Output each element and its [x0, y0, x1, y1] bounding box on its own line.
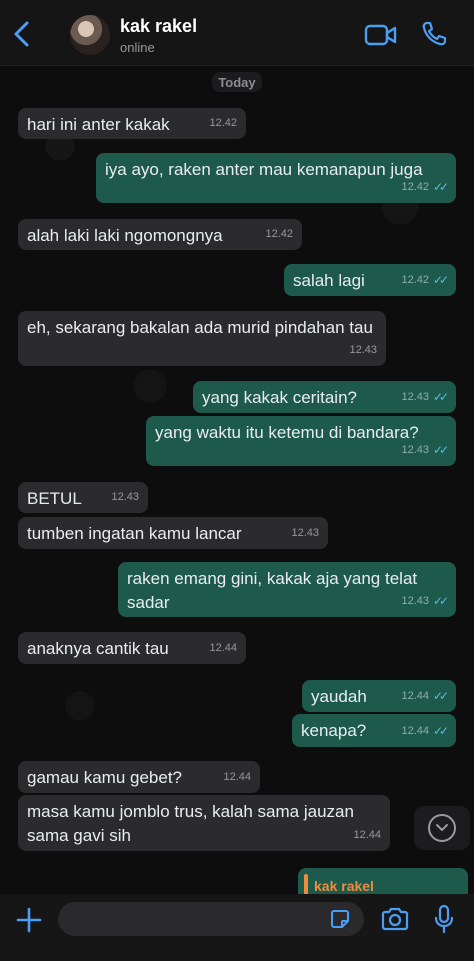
- message-incoming[interactable]: masa kamu jomblo trus, kalah sama jauzan…: [18, 795, 390, 851]
- message-meta: 12.44: [223, 765, 251, 789]
- message-incoming[interactable]: hari ini anter kakak 12.42: [18, 108, 246, 139]
- message-time: 12.43: [401, 444, 429, 456]
- message-time: 12.43: [291, 527, 319, 539]
- message-time: 12.44: [401, 690, 429, 702]
- message-time: 12.42: [265, 228, 293, 240]
- message-text: tumben ingatan kamu lancar: [27, 524, 242, 543]
- message-text: yang waktu itu ketemu di bandara?: [155, 423, 419, 442]
- message-outgoing[interactable]: yaudah 12.44 ✓✓: [302, 680, 456, 712]
- plus-icon[interactable]: [14, 905, 44, 935]
- message-text: eh, sekarang bakalan ada murid pindahan …: [27, 318, 373, 337]
- message-text: yaudah: [311, 687, 367, 706]
- back-chevron-icon[interactable]: [10, 20, 34, 48]
- message-incoming[interactable]: gamau kamu gebet? 12.44: [18, 761, 260, 793]
- double-check-icon: ✓✓: [433, 724, 449, 738]
- message-time: 12.44: [401, 725, 429, 737]
- double-check-icon: ✓✓: [433, 390, 449, 404]
- message-text: salah lagi: [293, 271, 365, 290]
- quoted-message-preview[interactable]: kak rakel: [298, 868, 468, 894]
- double-check-icon: ✓✓: [433, 273, 449, 287]
- message-meta: 12.42 ✓✓: [401, 175, 449, 199]
- quote-bar: [304, 874, 308, 894]
- message-time: 12.42: [401, 274, 429, 286]
- message-meta: 12.43: [349, 338, 377, 362]
- message-text: gamau kamu gebet?: [27, 768, 182, 787]
- message-outgoing[interactable]: salah lagi 12.42 ✓✓: [284, 264, 456, 296]
- message-meta: 12.42: [265, 222, 293, 246]
- quoted-sender-name: kak rakel: [314, 878, 374, 894]
- message-text: yang kakak ceritain?: [202, 388, 357, 407]
- message-meta: 12.44: [209, 636, 237, 660]
- message-outgoing[interactable]: kenapa? 12.44 ✓✓: [292, 714, 456, 747]
- chevron-down-icon: [428, 814, 456, 842]
- message-text: hari ini anter kakak: [27, 115, 170, 134]
- message-outgoing[interactable]: iya ayo, raken anter mau kemanapun juga …: [96, 153, 456, 203]
- video-call-icon[interactable]: [364, 22, 398, 48]
- message-outgoing[interactable]: yang waktu itu ketemu di bandara? 12.43 ✓…: [146, 416, 456, 466]
- message-time: 12.42: [401, 181, 429, 193]
- message-meta: 12.43 ✓✓: [401, 438, 449, 462]
- message-text: anaknya cantik tau: [27, 639, 169, 658]
- message-text: alah laki laki ngomongnya: [27, 226, 223, 245]
- message-time: 12.44: [209, 642, 237, 654]
- double-check-icon: ✓✓: [433, 594, 449, 608]
- double-check-icon: ✓✓: [433, 443, 449, 457]
- message-meta: 12.44 ✓✓: [401, 719, 449, 743]
- message-time: 12.43: [401, 595, 429, 607]
- message-incoming[interactable]: tumben ingatan kamu lancar 12.43: [18, 517, 328, 549]
- double-check-icon: ✓✓: [433, 689, 449, 703]
- message-meta: 12.43: [111, 485, 139, 509]
- contact-name[interactable]: kak rakel: [120, 16, 197, 37]
- message-meta: 12.43 ✓✓: [401, 589, 449, 613]
- contact-status: online: [120, 40, 155, 55]
- message-text: iya ayo, raken anter mau kemanapun juga: [105, 160, 423, 179]
- message-time: 12.43: [401, 391, 429, 403]
- message-meta: 12.42 ✓✓: [401, 268, 449, 292]
- message-time: 12.44: [353, 829, 381, 841]
- message-incoming[interactable]: BETUL 12.43: [18, 482, 148, 513]
- message-meta: 12.43: [291, 521, 319, 545]
- message-text: raken emang gini, kakak aja yang telat s…: [127, 569, 418, 612]
- composer-bar: [0, 894, 474, 961]
- message-time: 12.44: [223, 771, 251, 783]
- message-text: kenapa?: [301, 721, 367, 740]
- chat-header: kak rakel online: [0, 0, 474, 66]
- contact-avatar[interactable]: [70, 15, 110, 55]
- message-input[interactable]: [58, 902, 364, 936]
- message-meta: 12.42: [209, 111, 237, 135]
- message-time: 12.42: [209, 117, 237, 129]
- message-text: masa kamu jomblo trus, kalah sama jauzan…: [27, 802, 354, 845]
- message-time: 12.43: [111, 491, 139, 503]
- message-meta: 12.44: [353, 823, 381, 847]
- message-incoming[interactable]: anaknya cantik tau 12.44: [18, 632, 246, 664]
- message-meta: 12.44 ✓✓: [401, 684, 449, 708]
- scroll-to-bottom-button[interactable]: [414, 806, 470, 850]
- camera-icon[interactable]: [380, 905, 410, 933]
- phone-icon[interactable]: [420, 20, 448, 48]
- message-outgoing[interactable]: yang kakak ceritain? 12.43 ✓✓: [193, 381, 456, 413]
- message-text: BETUL: [27, 489, 82, 508]
- message-outgoing[interactable]: raken emang gini, kakak aja yang telat s…: [118, 562, 456, 617]
- message-list[interactable]: Today hari ini anter kakak 12.42 iya ayo…: [0, 66, 474, 894]
- double-check-icon: ✓✓: [433, 180, 449, 194]
- date-separator: Today: [212, 72, 262, 92]
- message-incoming[interactable]: alah laki laki ngomongnya 12.42: [18, 219, 302, 250]
- message-meta: 12.43 ✓✓: [401, 385, 449, 409]
- sticker-icon[interactable]: [328, 907, 352, 931]
- message-incoming[interactable]: eh, sekarang bakalan ada murid pindahan …: [18, 311, 386, 366]
- microphone-icon[interactable]: [432, 903, 456, 935]
- message-time: 12.43: [349, 344, 377, 356]
